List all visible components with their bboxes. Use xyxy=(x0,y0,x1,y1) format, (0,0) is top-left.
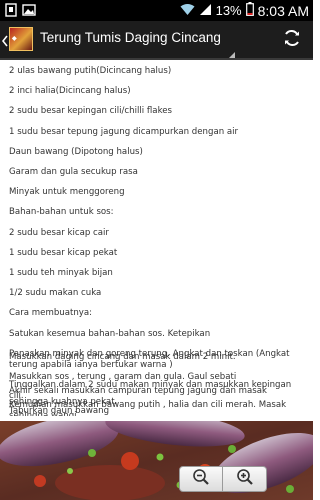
recipe-line: Cara membuatnya: xyxy=(9,308,93,318)
signal-icon xyxy=(199,3,212,19)
back-icon[interactable] xyxy=(1,32,8,51)
recipe-line: Satukan kesemua bahan-bahan sos. Ketepik… xyxy=(9,329,211,339)
zoom-in-icon xyxy=(236,468,254,490)
recipe-line: Garam dan gula secukup rasa xyxy=(9,167,138,177)
recipe-line: 2 inci halia(Dicincang halus) xyxy=(9,86,131,96)
recipe-line: Bahan-bahan untuk sos: xyxy=(9,207,114,217)
recipe-line: Taburkan daun bawang xyxy=(9,406,110,416)
status-bar: 13% 8:03 AM xyxy=(0,0,313,21)
battery-icon xyxy=(245,2,254,19)
recipe-line: 1 sudu besar tepung jagung dicampurkan d… xyxy=(9,127,239,137)
battery-percent: 13% xyxy=(215,3,242,18)
recipe-line: Masukkan daging cincang dan masak dalam … xyxy=(9,352,236,362)
page-title: Terung Tumis Daging Cincang xyxy=(40,30,221,45)
wifi-icon xyxy=(180,3,195,19)
zoom-controls xyxy=(179,466,267,492)
recipe-line: Akhir sekali masukkan campuran tepung ja… xyxy=(9,386,268,407)
recipe-line: 1 sudu besar kicap pekat xyxy=(9,248,118,258)
recipe-line: 2 ulas bawang putih(Dicincang halus) xyxy=(9,66,172,76)
refresh-icon[interactable] xyxy=(282,28,302,52)
zoom-in-button[interactable] xyxy=(223,466,267,492)
zoom-out-button[interactable] xyxy=(179,466,223,492)
gallery-icon xyxy=(22,3,36,22)
recipe-line: Daun bawang (Dipotong halus) xyxy=(9,147,143,157)
app-icon[interactable]: ◆ xyxy=(9,27,33,51)
action-bar: ◆ Terung Tumis Daging Cincang xyxy=(0,21,313,60)
recipe-line: Minyak untuk menggoreng xyxy=(9,187,125,197)
usb-debugging-icon xyxy=(4,3,18,22)
recipe-line: 1/2 sudu makan cuka xyxy=(9,288,102,298)
clock: 8:03 AM xyxy=(257,2,309,19)
recipe-line: 2 sudu besar kicap cair xyxy=(9,228,109,238)
zoom-out-icon xyxy=(192,468,210,490)
recipe-line: Masukkan sos , terung , garam dan gula. … xyxy=(9,372,237,382)
recipe-line: 2 sudu besar kepingan cili/chilli flakes xyxy=(9,106,173,116)
recipe-line: 1 sudu teh minyak bijan xyxy=(9,268,113,278)
